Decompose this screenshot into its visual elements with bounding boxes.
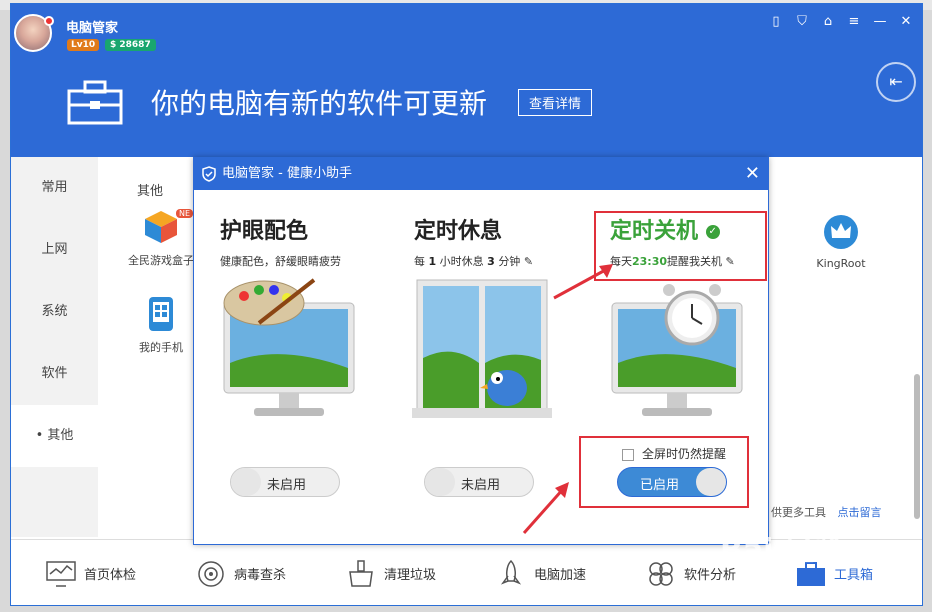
more-tools-text: 供更多工具 bbox=[771, 506, 826, 519]
health-assistant-dialog: 电脑管家 - 健康小助手 ✕ 护眼配色 健康配色，舒缓眼睛疲劳 定时休息 每 1… bbox=[193, 157, 769, 545]
dialog-titlebar: 电脑管家 - 健康小助手 ✕ bbox=[194, 158, 768, 190]
toggle-knob bbox=[231, 468, 261, 496]
highlight-box-toggle bbox=[579, 436, 749, 508]
menu-icon[interactable]: ≡ bbox=[846, 14, 862, 30]
toggle-label: 未启用 bbox=[267, 478, 307, 493]
app-label: 我的手机 bbox=[139, 341, 183, 354]
app-kingroot[interactable]: KingRoot bbox=[811, 214, 871, 270]
feature-title: 定时休息 bbox=[414, 219, 503, 244]
sidebar-item-other[interactable]: • 其他 bbox=[11, 405, 98, 467]
phone-icon[interactable]: ▯ bbox=[768, 14, 784, 30]
app-my-phone[interactable]: 我的手机 bbox=[121, 296, 201, 355]
edit-icon[interactable]: ✎ bbox=[524, 255, 533, 268]
sidebar: 常用 上网 系统 软件 • 其他 bbox=[11, 157, 98, 537]
rocket-icon bbox=[500, 559, 522, 585]
app-title: 电脑管家 bbox=[66, 21, 119, 36]
highlight-box-shutdown bbox=[594, 211, 767, 281]
timed-rest-toggle[interactable]: 未启用 bbox=[424, 467, 534, 497]
clover-icon bbox=[649, 561, 673, 586]
dialog-close-icon[interactable]: ✕ bbox=[745, 158, 760, 190]
red-arrow-icon bbox=[553, 264, 613, 300]
window-controls: ▯ ⛉ ⌂ ≡ — ✕ bbox=[768, 14, 914, 30]
update-message: 你的电脑有新的软件可更新 bbox=[151, 87, 488, 120]
app-game-box[interactable]: NE 全民游戏盒子 bbox=[121, 209, 201, 268]
header-banner: 电脑管家 Lv10 $ 28687 ▯ ⛉ ⌂ ≡ — ✕ 你的电脑有新的软件可… bbox=[11, 4, 922, 157]
footer-links: 供更多工具 点击留言 bbox=[771, 504, 882, 520]
minimize-icon[interactable]: — bbox=[872, 14, 888, 30]
monitor-chart-icon bbox=[46, 560, 76, 587]
sidebar-item-common[interactable]: 常用 bbox=[11, 157, 98, 219]
app-label: 全民游戏盒子 bbox=[128, 254, 194, 267]
feature-eye-care: 护眼配色 健康配色，舒缓眼睛疲劳 bbox=[220, 213, 400, 269]
view-details-button[interactable]: 查看详情 bbox=[518, 89, 593, 116]
nav-label: 电脑加速 bbox=[534, 568, 587, 583]
baidu-watermark: Bai 经验 bbox=[720, 533, 844, 568]
level-badge: Lv10 bbox=[67, 39, 100, 51]
feature-desc: 健康配色，舒缓眼睛疲劳 bbox=[220, 255, 341, 268]
game-box-icon bbox=[145, 211, 177, 243]
category-title: 其他 bbox=[137, 184, 164, 199]
monitor-palette-illustration bbox=[223, 278, 355, 416]
nav-label: 清理垃圾 bbox=[384, 568, 437, 583]
shield-icon[interactable]: ⛉ bbox=[794, 14, 810, 30]
shirt-icon[interactable]: ⌂ bbox=[820, 14, 836, 30]
nav-label: 首页体检 bbox=[84, 568, 137, 583]
radar-icon bbox=[198, 560, 224, 587]
nav-virus-scan[interactable]: 病毒查杀 bbox=[161, 560, 311, 588]
eye-care-toggle[interactable]: 未启用 bbox=[230, 467, 340, 497]
window-bird-illustration bbox=[412, 279, 552, 418]
sidebar-item-internet[interactable]: 上网 bbox=[11, 219, 98, 281]
shield-icon bbox=[202, 166, 216, 182]
toggle-label: 未启用 bbox=[461, 478, 501, 493]
red-arrow-icon bbox=[522, 482, 569, 534]
exit-icon[interactable]: ⇤ bbox=[876, 62, 916, 102]
toolbox-icon bbox=[67, 80, 123, 125]
new-badge: NE bbox=[176, 209, 194, 218]
nav-clean-junk[interactable]: 清理垃圾 bbox=[311, 559, 461, 588]
broom-icon bbox=[349, 559, 373, 587]
toggle-knob bbox=[425, 468, 455, 496]
feature-title: 护眼配色 bbox=[220, 219, 309, 244]
close-icon[interactable]: ✕ bbox=[898, 14, 914, 30]
monitor-alarm-clock-illustration bbox=[611, 284, 743, 416]
coins-badge: $ 28687 bbox=[105, 39, 156, 51]
nav-speed-up[interactable]: 电脑加速 bbox=[461, 559, 611, 588]
scrollbar[interactable] bbox=[914, 374, 920, 519]
nav-label: 病毒查杀 bbox=[234, 568, 287, 583]
sidebar-item-system[interactable]: 系统 bbox=[11, 281, 98, 343]
phone-icon bbox=[149, 297, 173, 331]
crown-icon bbox=[824, 215, 858, 249]
notification-dot bbox=[44, 16, 54, 26]
nav-home-checkup[interactable]: 首页体检 bbox=[11, 560, 161, 588]
app-label: KingRoot bbox=[816, 257, 866, 270]
sidebar-item-software[interactable]: 软件 bbox=[11, 343, 98, 405]
leave-message-link[interactable]: 点击留言 bbox=[838, 506, 882, 519]
dialog-title: 电脑管家 - 健康小助手 bbox=[222, 166, 352, 181]
